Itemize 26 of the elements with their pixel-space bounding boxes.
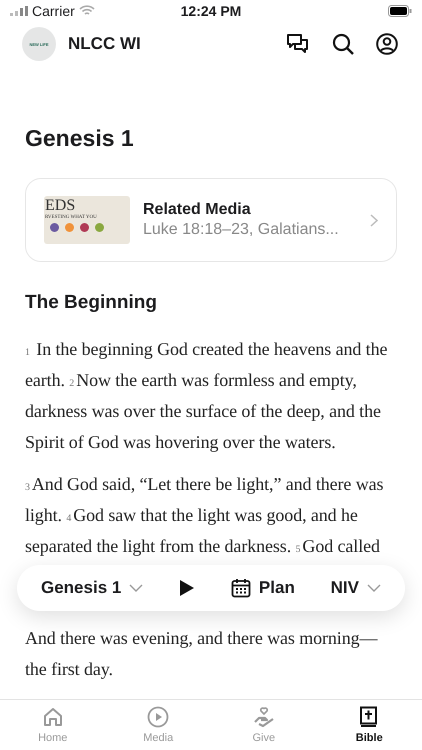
chevron-down-icon [366,584,381,592]
heart-hand-icon [252,706,275,728]
play-circle-icon [147,706,170,728]
media-title: Related Media [143,201,252,219]
plan-button[interactable]: Plan [230,578,295,598]
media-subtitle: Luke 18:18–23, Galatians... [143,221,340,239]
church-name: NLCC WI [68,34,142,54]
search-icon[interactable] [332,33,354,55]
clock-time: 12:24 PM [180,3,242,19]
chevron-down-icon [129,584,144,592]
play-icon[interactable] [179,579,196,597]
calendar-icon [230,578,251,598]
battery-icon [388,5,412,17]
section-heading: The Beginning [25,292,158,314]
carrier-name: Carrier [32,3,75,19]
chevron-right-icon [370,214,378,226]
profile-icon[interactable] [376,33,398,55]
chapter-selector[interactable]: Genesis 1 [41,578,144,598]
wifi-icon [78,5,95,17]
signal-icon [10,6,28,16]
version-selector[interactable]: NIV [330,578,381,598]
chapter-title: Genesis 1 [25,124,135,153]
house-icon [42,706,64,728]
chat-icon[interactable] [286,33,310,55]
scripture-paragraph: And there was evening, and there was morning—the first day. [25,627,379,681]
bible-tab[interactable]: Bible [316,700,422,750]
